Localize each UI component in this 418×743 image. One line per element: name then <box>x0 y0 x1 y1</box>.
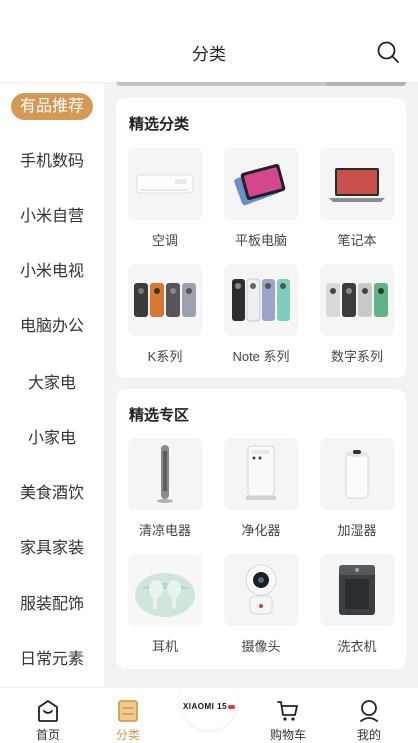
header: 分类 <box>0 0 418 82</box>
bottom-tab-bar: 首页 分类 XIAOMI 15 购物车 我的 <box>0 687 418 743</box>
sidebar-item-food[interactable]: 美食酒饮 <box>0 474 104 514</box>
tile-label: 洗衣机 <box>337 639 377 654</box>
featured-categories-card: 精选分类 空调 平板电脑 笔记本 K系列 Note 系列 数字系列 <box>116 98 406 378</box>
tile-label: Note 系列 <box>232 349 290 364</box>
search-button[interactable] <box>376 40 400 64</box>
tab-label: 首页 <box>35 728 60 742</box>
tile-label: 笔记本 <box>337 233 377 248</box>
search-icon <box>377 41 399 63</box>
category-tile-laptop[interactable]: 笔记本 <box>320 148 394 249</box>
air-purifier-icon <box>224 438 298 510</box>
banner[interactable] <box>116 82 406 86</box>
sidebar-item-label: 小米电视 <box>19 263 84 280</box>
tile-label: 加湿器 <box>337 523 377 538</box>
phone-icon <box>224 264 298 336</box>
tower-fan-icon <box>128 438 202 510</box>
sidebar-item-label: 家具家装 <box>19 540 84 557</box>
air-conditioner-icon <box>128 148 202 220</box>
category-tile-k-series[interactable]: K系列 <box>128 264 202 365</box>
tile-label: 耳机 <box>151 639 178 654</box>
category-tile-tablet[interactable]: 平板电脑 <box>224 148 298 249</box>
category-tile-humidifier[interactable]: 加湿器 <box>320 438 394 539</box>
tablet-icon <box>224 148 298 220</box>
category-tile-note-series[interactable]: Note 系列 <box>224 264 298 365</box>
tile-label: K系列 <box>147 349 183 364</box>
sidebar-item-daily[interactable]: 日常元素 <box>0 640 104 680</box>
category-content: 精选分类 空调 平板电脑 笔记本 K系列 Note 系列 数字系列 精选专区 清… <box>104 82 418 687</box>
phone-icon <box>320 264 394 336</box>
tab-label: 我的 <box>356 728 381 742</box>
promo-logo: XIAOMI 15 <box>180 702 238 711</box>
category-sidebar: 有品推荐 手机数码 小米自营 小米电视 电脑办公 大家电 小家电 美食酒饮 家具… <box>0 82 104 687</box>
sidebar-item-label: 美食酒饮 <box>19 485 84 502</box>
cart-icon <box>277 701 298 721</box>
home-icon <box>38 700 58 722</box>
featured-zones-card: 精选专区 清凉电器 净化器 加湿器 耳机 摄像头 洗衣机 <box>116 389 406 669</box>
promo-text: XIAOMI 15 <box>182 702 228 711</box>
category-tile-cooling[interactable]: 清凉电器 <box>128 438 202 539</box>
tile-label: 数字系列 <box>330 349 383 364</box>
tile-label: 摄像头 <box>241 639 281 654</box>
tab-label: 分类 <box>115 728 140 742</box>
page-title: 分类 <box>192 45 226 64</box>
tile-label: 净化器 <box>241 523 281 538</box>
sidebar-item-xiaomi-self[interactable]: 小米自营 <box>0 197 104 237</box>
category-tile-air-conditioner[interactable]: 空调 <box>128 148 202 249</box>
category-icon <box>118 700 138 722</box>
category-tile-purifier[interactable]: 净化器 <box>224 438 298 539</box>
sidebar-item-label: 有品推荐 <box>10 93 93 120</box>
earbuds-icon <box>128 554 202 626</box>
sidebar-item-label: 日常元素 <box>19 651 84 668</box>
tab-home[interactable]: 首页 <box>13 688 83 743</box>
sidebar-item-computer[interactable]: 电脑办公 <box>0 307 104 347</box>
sidebar-item-label: 服装配饰 <box>19 596 84 613</box>
category-tile-earbuds[interactable]: 耳机 <box>128 554 202 655</box>
profile-icon <box>360 700 378 722</box>
sidebar-item-label: 大家电 <box>27 375 76 392</box>
sidebar-item-large-appliances[interactable]: 大家电 <box>0 364 104 404</box>
tile-label: 平板电脑 <box>234 233 287 248</box>
sidebar-item-label: 电脑办公 <box>19 318 84 335</box>
humidifier-icon <box>320 438 394 510</box>
washing-machine-icon <box>320 554 394 626</box>
sidebar-item-tv[interactable]: 小米电视 <box>0 252 104 292</box>
tab-cart[interactable]: 购物车 <box>253 688 323 743</box>
section-title: 精选分类 <box>129 116 190 133</box>
laptop-icon <box>320 148 394 220</box>
section-title: 精选专区 <box>129 407 190 424</box>
tile-label: 清凉电器 <box>138 523 191 538</box>
sidebar-item-label: 小家电 <box>27 430 76 447</box>
sidebar-item-apparel[interactable]: 服装配饰 <box>0 585 104 625</box>
sidebar-item-label: 小米自营 <box>19 208 84 225</box>
sidebar-item-furniture[interactable]: 家具家装 <box>0 529 104 569</box>
phone-icon <box>128 264 202 336</box>
sidebar-item-label: 手机数码 <box>19 153 84 170</box>
camera-icon <box>224 554 298 626</box>
sidebar-item-recommended[interactable]: 有品推荐 <box>0 87 104 127</box>
category-tile-number-series[interactable]: 数字系列 <box>320 264 394 365</box>
tab-label: 购物车 <box>269 728 306 742</box>
tile-label: 空调 <box>151 233 178 248</box>
category-tile-camera[interactable]: 摄像头 <box>224 554 298 655</box>
sidebar-item-phones[interactable]: 手机数码 <box>0 142 104 182</box>
tab-profile[interactable]: 我的 <box>334 688 404 743</box>
sidebar-item-small-appliances[interactable]: 小家电 <box>0 419 104 459</box>
promo-button[interactable]: XIAOMI 15 <box>180 688 238 730</box>
promo-badge <box>228 704 236 709</box>
category-tile-washing-machine[interactable]: 洗衣机 <box>320 554 394 655</box>
tab-category[interactable]: 分类 <box>93 688 163 743</box>
